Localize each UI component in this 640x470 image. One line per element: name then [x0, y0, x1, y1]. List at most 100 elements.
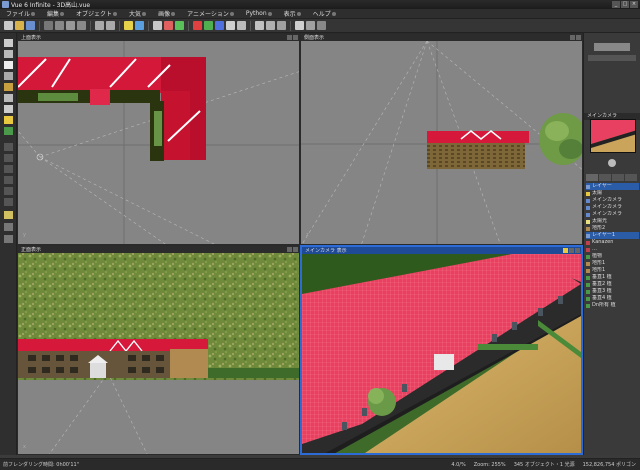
ungroup-icon[interactable]: [277, 21, 286, 30]
viewport-menu-icon[interactable]: [569, 248, 574, 253]
viewport-maximize-icon[interactable]: [293, 35, 298, 40]
menu-python[interactable]: Python: [240, 10, 278, 17]
tab-objects[interactable]: [586, 174, 598, 181]
rock-icon[interactable]: [4, 211, 13, 219]
camera-viewport[interactable]: メインカメラ 表示: [300, 245, 583, 455]
tree-item[interactable]: 太陽: [586, 190, 639, 197]
tree-item[interactable]: メインカメラ: [586, 204, 639, 211]
color-icon[interactable]: [204, 21, 213, 30]
material-icon[interactable]: [164, 21, 173, 30]
text-tool-icon[interactable]: [4, 61, 13, 69]
tree-item[interactable]: 地形1: [586, 260, 639, 267]
tree-item[interactable]: …: [586, 246, 639, 253]
tree-item[interactable]: Kanazen: [586, 239, 639, 246]
tree-item[interactable]: 垂直1 植: [586, 274, 639, 281]
menu-help[interactable]: ヘルプ: [307, 9, 342, 18]
color-icon[interactable]: [193, 21, 202, 30]
cone-icon[interactable]: [4, 143, 13, 151]
menu-view[interactable]: 表示: [278, 9, 307, 18]
ground-icon[interactable]: [4, 187, 13, 195]
tree-item[interactable]: 垂直2 植: [586, 281, 639, 288]
group-icon[interactable]: [266, 21, 275, 30]
new-file-icon[interactable]: [4, 21, 13, 30]
render-icon[interactable]: [153, 21, 162, 30]
axis-label: z: [306, 232, 309, 238]
sky-icon[interactable]: [135, 21, 144, 30]
cut-icon[interactable]: [44, 21, 53, 30]
menu-file[interactable]: ファイル: [0, 9, 41, 18]
maximize-button[interactable]: □: [621, 1, 629, 8]
tab-links[interactable]: [612, 174, 624, 181]
plant-tool-icon[interactable]: [175, 21, 184, 30]
cylinder-icon[interactable]: [4, 72, 13, 80]
close-button[interactable]: ×: [630, 1, 638, 8]
undo-icon[interactable]: [95, 21, 104, 30]
camera-tool-icon[interactable]: [295, 21, 304, 30]
menu-animation[interactable]: アニメーション: [181, 9, 240, 18]
menu-edit[interactable]: 編集: [41, 9, 70, 18]
viewport-menu-icon[interactable]: [570, 35, 575, 40]
tree-item[interactable]: 太陽光: [586, 218, 639, 225]
front-viewport[interactable]: 正面表示 x: [17, 245, 300, 455]
plant-tool-icon[interactable]: [4, 127, 13, 135]
delete-icon[interactable]: [77, 21, 86, 30]
menu-image[interactable]: 画像: [152, 9, 181, 18]
redo-icon[interactable]: [106, 21, 115, 30]
save-icon[interactable]: [26, 21, 35, 30]
tab-materials[interactable]: [599, 174, 611, 181]
open-folder-icon[interactable]: [15, 21, 24, 30]
tree-item[interactable]: メインカメラ: [586, 197, 639, 204]
tree-item[interactable]: 植物: [586, 253, 639, 260]
side-viewport[interactable]: 側面表示 z: [300, 33, 583, 245]
menu-atmosphere[interactable]: 大気: [123, 9, 152, 18]
terrain-tool-icon[interactable]: [4, 83, 13, 91]
paste-icon[interactable]: [66, 21, 75, 30]
tree-item[interactable]: 垂直4 植: [586, 295, 639, 302]
tab-list[interactable]: [625, 174, 637, 181]
terrain-icon: [586, 226, 590, 231]
viewport-maximize-icon[interactable]: [575, 248, 580, 253]
link-icon[interactable]: [237, 21, 246, 30]
plant-icon: [586, 254, 590, 259]
zoom-icon[interactable]: [306, 21, 315, 30]
align-icon[interactable]: [255, 21, 264, 30]
viewport-menu-icon[interactable]: [287, 247, 292, 252]
plane-icon[interactable]: [4, 165, 13, 173]
color-icon[interactable]: [215, 21, 224, 30]
tree-item[interactable]: 垂直3 植: [586, 288, 639, 295]
circle-icon: [31, 11, 36, 16]
select-tool-icon[interactable]: [4, 39, 13, 47]
camera-preview[interactable]: [590, 119, 636, 153]
pyramid-icon[interactable]: [4, 154, 13, 162]
grid-icon[interactable]: [226, 21, 235, 30]
render-area-icon[interactable]: [563, 248, 568, 253]
tree-item[interactable]: レイヤー: [586, 183, 639, 190]
top-viewport[interactable]: 上面表示 y: [17, 33, 300, 245]
copy-icon[interactable]: [55, 21, 64, 30]
minimize-button[interactable]: _: [612, 1, 620, 8]
tree-item-label: 太陽: [592, 190, 603, 196]
panel-slider[interactable]: [588, 55, 636, 61]
tree-item[interactable]: メインカメラ: [586, 211, 639, 218]
joystick-icon[interactable]: [608, 159, 616, 167]
torus-icon[interactable]: [4, 105, 13, 113]
tree-item[interactable]: レイヤー1: [586, 232, 639, 239]
layout-icon[interactable]: [317, 21, 326, 30]
atmosphere-icon[interactable]: [124, 21, 133, 30]
viewport-maximize-icon[interactable]: [293, 247, 298, 252]
tree-item[interactable]: 地形2: [586, 225, 639, 232]
sphere-icon[interactable]: [4, 50, 13, 58]
menu-object[interactable]: オブジェクト: [70, 9, 123, 18]
camera-nav-control[interactable]: [602, 157, 622, 169]
object-toolbar: [0, 33, 17, 455]
import-icon[interactable]: [4, 235, 13, 243]
viewport-menu-icon[interactable]: [287, 35, 292, 40]
light-tool-icon[interactable]: [4, 116, 13, 124]
cloud-icon[interactable]: [4, 198, 13, 206]
viewport-maximize-icon[interactable]: [576, 35, 581, 40]
cube-icon[interactable]: [4, 94, 13, 102]
metablob-icon[interactable]: [4, 223, 13, 231]
water-icon[interactable]: [4, 176, 13, 184]
tree-item[interactable]: Dn所有 植: [586, 302, 639, 309]
tree-item[interactable]: 地形1: [586, 267, 639, 274]
